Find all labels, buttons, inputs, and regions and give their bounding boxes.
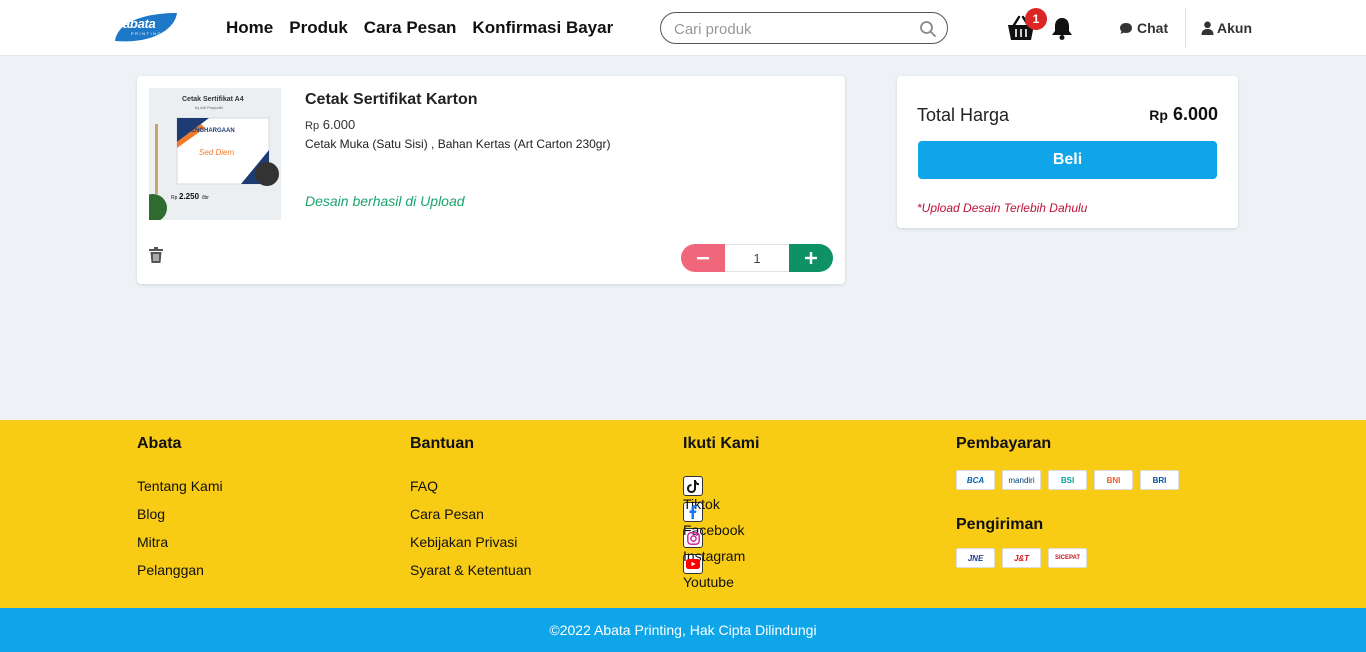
thumb-title: Cetak Sertifikat A4	[182, 96, 244, 103]
quantity-input[interactable]	[725, 244, 789, 272]
header-divider	[1185, 8, 1186, 48]
footer-link-faq[interactable]: FAQ	[410, 478, 531, 506]
bank-badge-mandiri: mandiri	[1002, 470, 1041, 490]
product-price-currency: Rp	[305, 120, 320, 132]
total-price-value: Rp 6.000	[1149, 104, 1218, 125]
footer-link-syarat-ketentuan[interactable]: Syarat & Ketentuan	[410, 562, 531, 590]
footer-payment-column: Pembayaran BCA mandiri BSI BNI BRI Pengi…	[956, 435, 1179, 568]
plus-icon	[805, 252, 817, 264]
user-icon	[1201, 21, 1214, 35]
decrease-quantity-button[interactable]	[681, 244, 725, 272]
header: abata PRINTING Home Produk Cara Pesan Ko…	[0, 0, 1366, 56]
product-price-amount: 6.000	[322, 117, 356, 132]
copyright-bar: ©2022 Abata Printing, Hak Cipta Dilindun…	[0, 608, 1366, 652]
total-price-amount: 6.000	[1172, 104, 1218, 124]
footer-shipping-title: Pengiriman	[956, 516, 1044, 533]
bank-badge-bni: BNI	[1094, 470, 1133, 490]
abata-logo[interactable]: abata PRINTING	[113, 11, 179, 45]
search-input[interactable]	[674, 20, 914, 38]
courier-badge-jnt: J&T	[1002, 548, 1041, 568]
footer-link-kebijakan-privasi[interactable]: Kebijakan Privasi	[410, 534, 531, 562]
nav-home[interactable]: Home	[226, 18, 273, 38]
logo-text: abata	[123, 16, 156, 31]
chat-icon	[1120, 22, 1132, 34]
nav-cara-pesan[interactable]: Cara Pesan	[364, 18, 457, 38]
footer-follow-column: Ikuti Kami Tiktok Facebook Instagram You…	[683, 435, 760, 590]
payment-badges: BCA mandiri BSI BNI BRI	[956, 470, 1179, 490]
trash-icon[interactable]	[149, 247, 163, 263]
product-name[interactable]: Cetak Sertifikat Karton	[305, 91, 478, 109]
thumb-price-unit: /lbr	[202, 195, 209, 201]
chat-button[interactable]: Chat	[1119, 20, 1168, 36]
upload-warning-note: *Upload Desain Terlebih Dahulu	[917, 201, 1088, 215]
minus-icon	[697, 256, 709, 259]
footer-link-mitra[interactable]: Mitra	[137, 534, 223, 562]
quantity-stepper	[681, 244, 833, 272]
thumb-name: Sed Diem	[199, 148, 235, 157]
footer-link-facebook[interactable]: Facebook	[683, 502, 759, 538]
footer-about-column: Abata Tentang Kami Blog Mitra Pelanggan	[137, 435, 223, 590]
total-price-currency: Rp	[1149, 107, 1168, 123]
search-icon[interactable]	[919, 20, 937, 38]
shipping-badges: JNE J&T SICEPAT	[956, 548, 1179, 568]
cart-count-badge: 1	[1025, 8, 1047, 30]
footer-follow-title: Ikuti Kami	[683, 435, 760, 452]
order-summary-card: Total Harga Rp 6.000 Beli *Upload Desain…	[897, 76, 1238, 228]
courier-badge-jne: JNE	[956, 548, 995, 568]
youtube-label: Youtube	[683, 574, 734, 590]
footer-link-cara-pesan[interactable]: Cara Pesan	[410, 506, 531, 534]
footer: Abata Tentang Kami Blog Mitra Pelanggan …	[0, 420, 1366, 608]
footer-link-pelanggan[interactable]: Pelanggan	[137, 562, 223, 590]
search-box	[660, 12, 948, 44]
bank-badge-bri: BRI	[1140, 470, 1179, 490]
account-label: Akun	[1217, 20, 1252, 36]
product-price: Rp 6.000	[305, 117, 355, 132]
footer-link-tentang-kami[interactable]: Tentang Kami	[137, 478, 223, 506]
footer-help-column: Bantuan FAQ Cara Pesan Kebijakan Privasi…	[410, 435, 531, 590]
product-options: Cetak Muka (Satu Sisi) , Bahan Kertas (A…	[305, 137, 611, 151]
nav-konfirmasi-bayar[interactable]: Konfirmasi Bayar	[472, 18, 613, 38]
account-button[interactable]: Akun	[1201, 20, 1252, 36]
bank-badge-bsi: BSI	[1048, 470, 1087, 490]
total-price-label: Total Harga	[917, 105, 1010, 125]
thumb-heading: PENGHARGAAN	[187, 128, 235, 134]
thumb-price-currency: Rp	[171, 195, 178, 201]
nav-produk[interactable]: Produk	[289, 18, 348, 38]
bank-badge-bca: BCA	[956, 470, 995, 490]
buy-button[interactable]: Beli	[918, 141, 1217, 179]
logo-subtext: PRINTING	[131, 31, 163, 36]
footer-link-blog[interactable]: Blog	[137, 506, 223, 534]
chat-label: Chat	[1137, 20, 1169, 36]
upload-status: Desain berhasil di Upload	[305, 193, 465, 209]
increase-quantity-button[interactable]	[789, 244, 833, 272]
tiktok-icon	[683, 476, 703, 496]
footer-help-title: Bantuan	[410, 435, 474, 452]
footer-payment-title: Pembayaran	[956, 435, 1052, 452]
footer-link-tiktok[interactable]: Tiktok	[683, 476, 759, 512]
main-nav: Home Produk Cara Pesan Konfirmasi Bayar	[226, 18, 613, 38]
courier-badge-sicepat: SICEPAT	[1048, 548, 1087, 568]
cart-item-card: Cetak Sertifikat A4 by Adi Prayudhi PENG…	[137, 76, 845, 284]
thumb-price: 2.250	[179, 192, 200, 201]
product-thumbnail[interactable]: Cetak Sertifikat A4 by Adi Prayudhi PENG…	[149, 88, 281, 220]
thumb-subtitle: by Adi Prayudhi	[195, 105, 223, 110]
footer-about-title: Abata	[137, 435, 182, 452]
bell-icon[interactable]	[1051, 16, 1073, 40]
